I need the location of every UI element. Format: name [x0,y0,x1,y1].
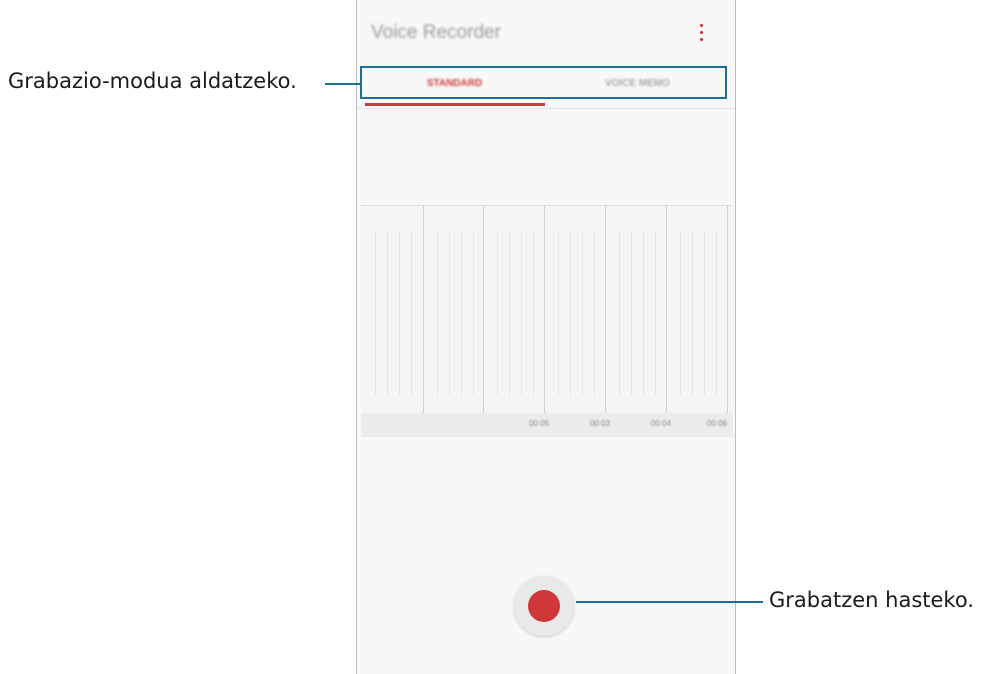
waveform-gridline [437,230,438,396]
waveform-gridline [692,230,693,396]
waveform-divider [483,206,484,414]
waveform-gridline [631,230,632,396]
timeline-label: 00:04 [651,419,672,428]
waveform-gridline [375,230,376,396]
waveform-gridline [521,230,522,396]
waveform-gridline [619,230,620,396]
waveform-gridline [533,230,534,396]
waveform-divider [727,206,728,414]
selected-tab-indicator [365,103,545,106]
waveform-gridline [704,230,705,396]
waveform-gridline [461,230,462,396]
waveform-gridline [582,230,583,396]
waveform-gridline [643,230,644,396]
waveform-gridline [411,230,412,396]
waveform-gridline [680,230,681,396]
waveform-divider [423,206,424,414]
record-button[interactable] [514,576,574,636]
waveform-gridline [716,230,717,396]
waveform-gridline [570,230,571,396]
waveform-divider [666,206,667,414]
timeline-ruler: 00:05 00:03 00:04 00:06 [361,413,733,437]
waveform-divider [544,206,545,414]
timeline-label: 00:05 [529,419,550,428]
record-callout-line [576,601,763,603]
waveform-area [361,205,733,414]
waveform-gridline [509,230,510,396]
more-options-icon[interactable] [697,24,705,46]
waveform-gridline [497,230,498,396]
waveform-gridline [399,230,400,396]
waveform-divider [605,206,606,414]
recorder-content: 00:05 00:03 00:04 00:06 [357,109,735,674]
mode-callout-line [325,83,360,85]
start-recording-callout: Grabatzen hasteko. [769,588,974,612]
phone-screen: Voice Recorder STANDARD VOICE MEMO 00:05… [356,0,736,674]
timeline-label: 00:06 [707,419,728,428]
mode-tabs-highlight [360,66,727,99]
mode-switch-callout: Grabazio-modua aldatzeko. [8,69,297,93]
timeline-label: 00:03 [590,419,611,428]
waveform-gridline [387,230,388,396]
waveform-gridline [473,230,474,396]
waveform-gridline [558,230,559,396]
waveform-gridline [594,230,595,396]
record-icon [528,590,560,622]
app-bar: Voice Recorder [357,0,735,68]
waveform-gridline [449,230,450,396]
waveform-gridline [655,230,656,396]
app-title: Voice Recorder [371,22,501,43]
